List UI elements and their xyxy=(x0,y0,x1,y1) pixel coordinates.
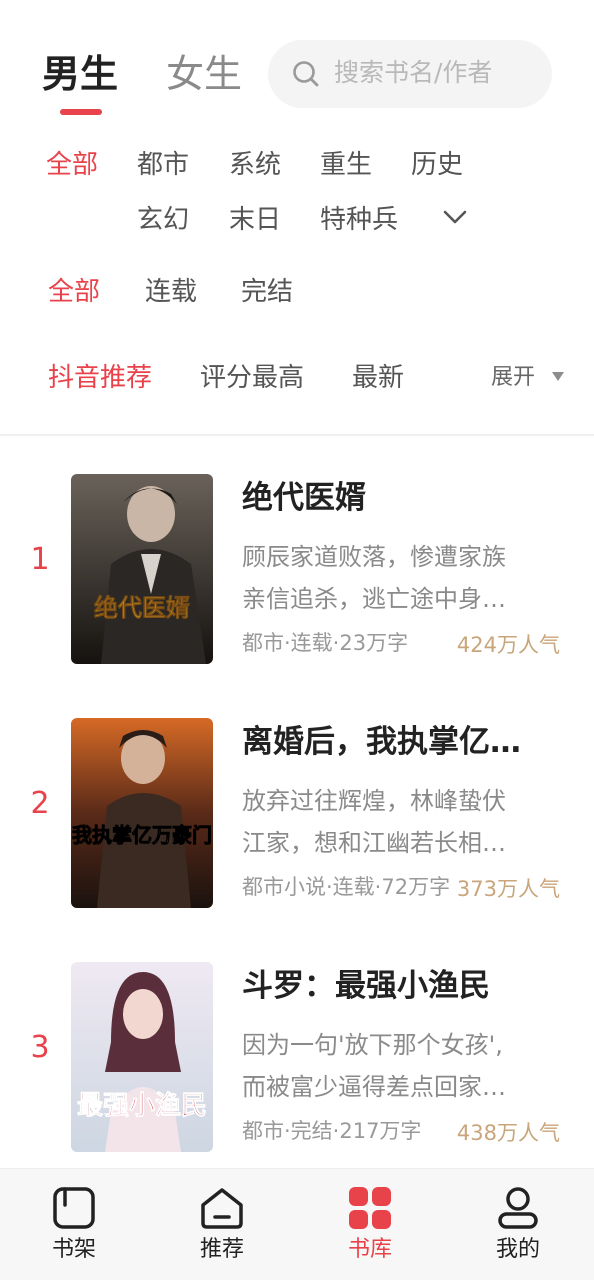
book-description: 放弃过往辉煌，林峰蛰伏 江家，想和江幽若长相… xyxy=(242,787,506,857)
book-item[interactable]: 3 最强小渔民 斗罗：最强小渔民 因为一句'放下那个女孩', 而被富少逼得差点回… xyxy=(0,962,594,1152)
book-meta: 都市·连载·23万字 xyxy=(242,631,409,655)
sort-top-rated[interactable]: 评分最高 xyxy=(200,358,304,398)
category-fantasy[interactable]: 玄幻 xyxy=(137,200,189,240)
status-serializing[interactable]: 连载 xyxy=(145,272,197,312)
caret-down-icon[interactable] xyxy=(552,372,564,381)
nav-label: 推荐 xyxy=(199,1237,244,1262)
book-popularity: 438万人气 xyxy=(456,1121,560,1145)
category-history[interactable]: 历史 xyxy=(411,145,463,185)
profile-icon xyxy=(498,1187,538,1229)
nav-library[interactable]: 书库 xyxy=(296,1169,444,1280)
recommend-icon xyxy=(201,1188,243,1229)
active-tab-indicator xyxy=(60,109,102,115)
book-item[interactable]: 1 绝代医婿 绝代医婿 顾辰家道败落，惨遭家族 亲信追杀，逃亡途中身… 都市·连… xyxy=(0,474,594,664)
sort-douyin-recommend[interactable]: 抖音推荐 xyxy=(48,358,152,398)
category-urban[interactable]: 都市 xyxy=(137,145,189,185)
search-placeholder: 搜索书名/作者 xyxy=(334,58,493,87)
bookshelf-icon xyxy=(53,1187,95,1229)
book-title: 斗罗：最强小渔民 xyxy=(242,968,490,1004)
category-special-forces[interactable]: 特种兵 xyxy=(320,200,398,240)
expand-button[interactable]: 展开 xyxy=(491,362,535,394)
cover-title: 绝代医婿 xyxy=(94,594,190,622)
book-description: 因为一句'放下那个女孩', 而被富少逼得差点回家… xyxy=(242,1031,506,1101)
search-icon xyxy=(293,61,319,87)
book-popularity: 373万人气 xyxy=(456,877,560,901)
book-cover[interactable]: 我执掌亿万豪门 xyxy=(71,718,213,908)
bottom-nav: 书架 推荐 书库 我的 xyxy=(0,1168,594,1280)
header: 男生 女生 搜索书名/作者 xyxy=(0,0,594,130)
book-title: 绝代医婿 xyxy=(242,480,366,516)
book-rank: 3 xyxy=(30,1030,50,1065)
tab-male[interactable]: 男生 xyxy=(42,50,118,98)
category-system[interactable]: 系统 xyxy=(229,145,281,185)
book-description: 顾辰家道败落，惨遭家族 亲信追杀，逃亡途中身… xyxy=(242,543,506,613)
search-input[interactable]: 搜索书名/作者 xyxy=(268,40,552,108)
chevron-down-icon[interactable] xyxy=(440,203,470,233)
nav-label: 书架 xyxy=(51,1237,96,1262)
book-cover[interactable]: 最强小渔民 xyxy=(71,962,213,1152)
status-completed[interactable]: 完结 xyxy=(241,272,293,312)
tab-female[interactable]: 女生 xyxy=(166,50,242,98)
cover-title: 我执掌亿万豪门 xyxy=(72,823,212,847)
book-popularity: 424万人气 xyxy=(456,633,560,657)
divider xyxy=(0,434,594,436)
book-meta: 都市小说·连载·72万字 xyxy=(242,875,451,899)
library-icon xyxy=(349,1187,391,1229)
book-meta: 都市·完结·217万字 xyxy=(242,1119,422,1143)
book-item[interactable]: 2 我执掌亿万豪门 离婚后，我执掌亿… 放弃过往辉煌，林峰蛰伏 江家，想和江幽若… xyxy=(0,718,594,908)
nav-label: 我的 xyxy=(495,1237,540,1262)
cover-title: 最强小渔民 xyxy=(77,1091,207,1121)
category-rebirth[interactable]: 重生 xyxy=(320,145,372,185)
nav-label: 书库 xyxy=(347,1237,392,1262)
nav-profile[interactable]: 我的 xyxy=(444,1169,592,1280)
category-apocalypse[interactable]: 末日 xyxy=(229,200,281,240)
book-title: 离婚后，我执掌亿… xyxy=(242,724,521,760)
nav-bookshelf[interactable]: 书架 xyxy=(0,1169,148,1280)
nav-recommend[interactable]: 推荐 xyxy=(148,1169,296,1280)
sort-newest[interactable]: 最新 xyxy=(352,358,404,398)
category-all[interactable]: 全部 xyxy=(46,145,98,185)
book-rank: 1 xyxy=(30,542,50,577)
book-rank: 2 xyxy=(30,786,50,821)
book-cover[interactable]: 绝代医婿 xyxy=(71,474,213,664)
status-all[interactable]: 全部 xyxy=(48,272,100,312)
